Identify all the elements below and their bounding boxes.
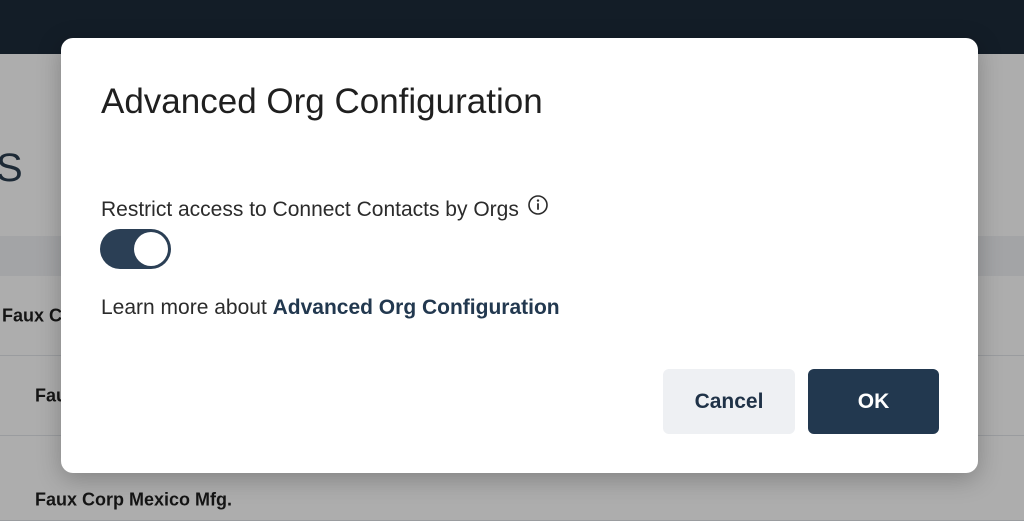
restrict-access-toggle[interactable] — [100, 229, 171, 269]
dialog-title: Advanced Org Configuration — [101, 82, 543, 121]
toggle-knob — [134, 232, 168, 266]
advanced-org-config-dialog: Advanced Org Configuration Restrict acce… — [61, 38, 978, 473]
setting-label: Restrict access to Connect Contacts by O… — [101, 198, 519, 221]
info-circle-icon[interactable] — [527, 194, 549, 216]
restrict-access-setting: Restrict access to Connect Contacts by O… — [101, 195, 549, 222]
learn-more-link[interactable]: Advanced Org Configuration — [273, 296, 560, 319]
learn-more-prefix: Learn more about — [101, 296, 273, 319]
learn-more-text: Learn more about Advanced Org Configurat… — [101, 296, 560, 320]
ok-button[interactable]: OK — [808, 369, 939, 434]
cancel-button[interactable]: Cancel — [663, 369, 795, 434]
